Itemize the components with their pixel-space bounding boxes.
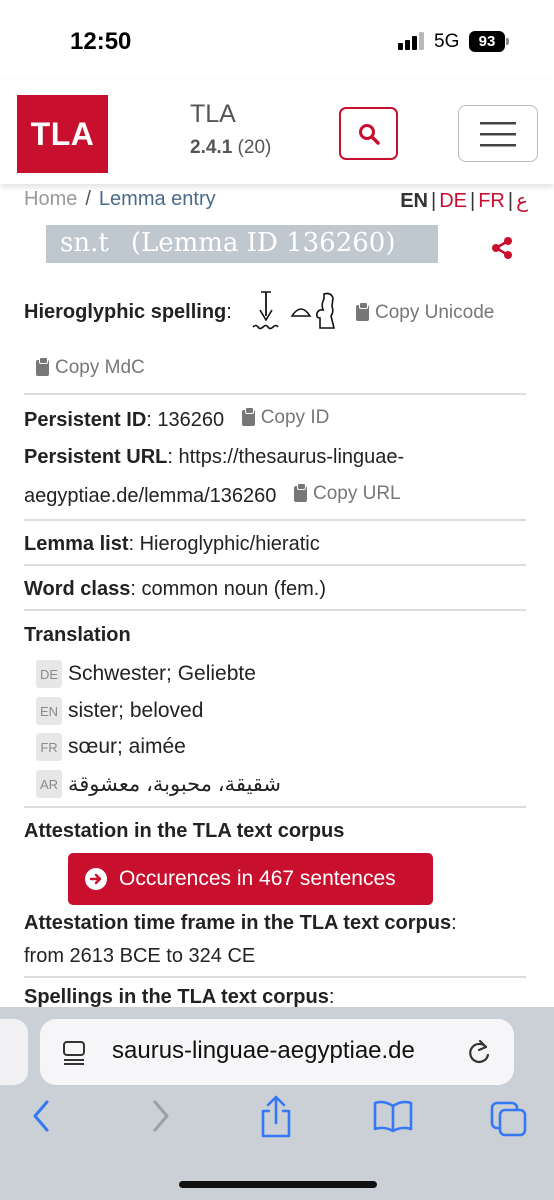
battery-icon: 93 [469,31,505,52]
search-icon [358,123,380,145]
lang-de[interactable]: DE [439,190,467,212]
word-class-label: Word class [24,578,131,600]
attestation-heading: Attestation in the TLA text corpus [24,820,345,842]
breadcrumb-home[interactable]: Home [24,188,77,210]
copy-mdc-button[interactable]: Copy MdC [36,355,145,381]
spellings-label: Spellings in the TLA text corpus [24,986,329,1008]
timeframe-row: Attestation time frame in the TLA text c… [24,912,457,934]
status-bar: 12:50 5G 93 [0,0,554,80]
divider [24,564,526,566]
timeframe-label: Attestation time frame in the TLA text c… [24,912,452,934]
divider [24,976,526,978]
version-number: 2.4.1 [190,137,233,158]
persistent-url-row: Persistent URL: https://thesaurus-lingua… [24,446,405,468]
clipboard-icon [36,357,49,376]
divider [24,806,526,808]
hieroglyphic-label: Hieroglyphic spelling [24,301,227,323]
lang-ar[interactable]: ع [516,190,528,212]
hieroglyph-glyphs [252,291,336,330]
hamburger-icon [480,121,516,146]
lang-tag: FR [36,733,62,761]
translation-ar: AR شقيقة، محبوبة، معشوقة [36,770,281,798]
reload-icon[interactable] [466,1038,492,1066]
search-button[interactable] [339,107,398,160]
lang-en[interactable]: EN [400,190,428,212]
persistent-id-row: Persistent ID: 136260 Copy ID [24,405,330,431]
url-text[interactable]: saurus-linguae-aegyptiae.de [112,1037,415,1065]
divider [24,519,526,521]
share-icon[interactable] [258,1095,294,1139]
arrow-right-circle-icon [85,868,107,890]
battery-tip [506,38,509,45]
language-switcher: EN | DE | FR | ع [400,190,528,212]
translation-text: sister; beloved [68,699,204,722]
version: 2.4.1 (20) [190,137,271,159]
lang-fr[interactable]: FR [478,190,505,212]
home-indicator [179,1181,377,1188]
previous-tab-peek[interactable] [0,1019,28,1085]
lemma-transliteration: sn.t [60,228,109,258]
breadcrumb-current[interactable]: Lemma entry [99,188,216,210]
translation-text: sœur; aimée [68,735,186,758]
brand-block: TLA 2.4.1 (20) [190,100,271,159]
clipboard-icon [293,483,307,502]
word-class-row: Word class: common noun (fem.) [24,578,326,600]
share-icon[interactable] [490,236,514,260]
lang-tag: AR [36,770,62,798]
breadcrumb: Home / Lemma entry [24,188,216,211]
site-header: TLA TLA 2.4.1 (20) [0,80,554,184]
status-time: 12:50 [70,28,132,55]
persistent-url-line1[interactable]: https://thesaurus-linguae- [179,446,405,468]
persistent-url-line2[interactable]: aegyptiae.de/lemma/136260 [24,485,276,507]
version-build: (20) [237,137,272,158]
persistent-url-row-2: aegyptiae.de/lemma/136260 Copy URL [24,481,401,509]
signal-icon [398,32,426,50]
page-menu-icon[interactable] [62,1041,88,1065]
hieroglyphic-row: Hieroglyphic spelling: [24,301,232,323]
translation-text: Schwester; Geliebte [68,662,256,685]
bookmarks-icon[interactable] [372,1099,414,1133]
divider [24,393,526,395]
translation-de: DE Schwester; Geliebte [36,660,256,688]
copy-url-button[interactable]: Copy URL [293,481,401,507]
word-class-value: common noun (fem.) [141,578,326,600]
translation-text: شقيقة، محبوبة، معشوقة [68,772,282,796]
menu-button[interactable] [458,105,538,162]
translation-fr: FR sœur; aimée [36,733,186,761]
persistent-url-label: Persistent URL [24,446,168,468]
translation-en: EN sister; beloved [36,697,203,725]
tla-logo[interactable]: TLA [17,95,108,173]
browser-toolbar: saurus-linguae-aegyptiae.de [0,1007,554,1200]
copy-unicode-button[interactable]: Copy Unicode [356,300,494,326]
lemma-list-value: Hieroglyphic/hieratic [139,533,320,555]
lemma-list-row: Lemma list: Hieroglyphic/hieratic [24,533,320,555]
translation-heading: Translation [24,624,131,646]
breadcrumb-separator: / [85,188,91,210]
lemma-list-label: Lemma list [24,533,129,555]
divider [24,609,526,611]
tabs-icon[interactable] [490,1101,528,1137]
back-icon[interactable] [30,1099,52,1133]
timeframe-value: from 2613 BCE to 324 CE [24,945,256,967]
forward-icon[interactable] [150,1099,172,1133]
address-bar[interactable]: saurus-linguae-aegyptiae.de [40,1019,514,1085]
app-name: TLA [190,100,236,128]
lang-tag: DE [36,660,62,688]
persistent-id-value: 136260 [157,409,225,431]
occurrences-button[interactable]: Occurences in 467 sentences [68,853,433,905]
persistent-id-label: Persistent ID [24,409,147,431]
lemma-title: sn.t (Lemma ID 136260) [60,228,395,258]
clipboard-icon [241,407,255,426]
lemma-id: (Lemma ID 136260) [130,228,396,258]
clipboard-icon [356,302,369,321]
copy-id-button[interactable]: Copy ID [241,405,329,431]
lang-tag: EN [36,697,62,725]
network-type: 5G [434,31,460,52]
